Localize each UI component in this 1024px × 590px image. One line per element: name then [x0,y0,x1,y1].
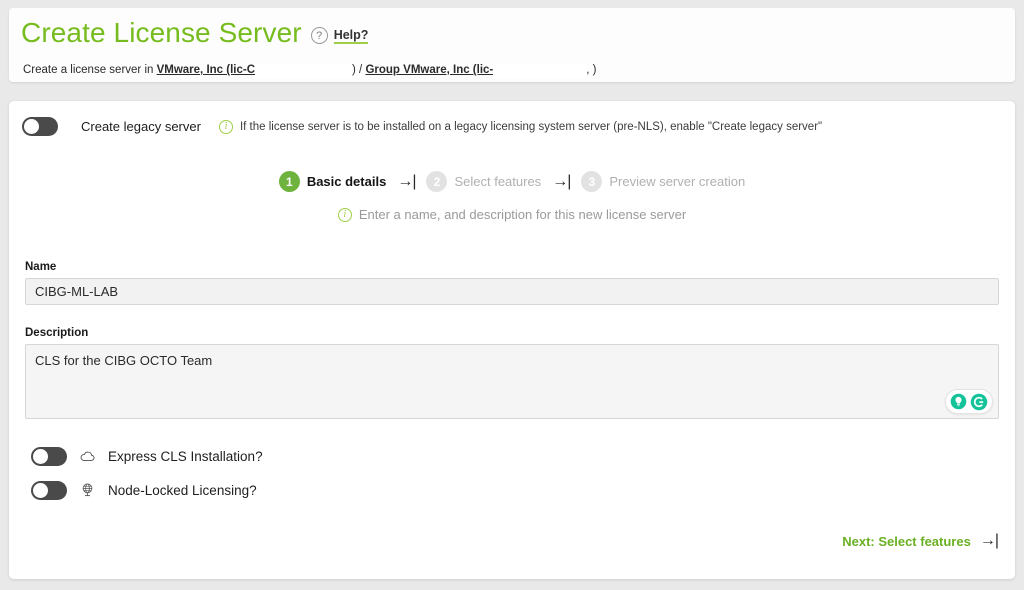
globe-node-icon [79,482,96,499]
name-field-label: Name [25,261,56,273]
step-1-label: Basic details [307,174,387,189]
step-3-label: Preview server creation [609,174,745,189]
breadcrumb-org-link[interactable]: VMware, Inc (lic-C [157,64,255,76]
express-cls-installation-toggle[interactable] [31,447,67,466]
create-legacy-server-label: Create legacy server [81,119,201,134]
legacy-server-row: Create legacy server i If the license se… [22,117,822,136]
breadcrumb-prefix: Create a license server in [23,64,157,76]
step-separator-2: →| [552,174,570,190]
next-select-features-link[interactable]: Next: Select features →| [842,533,998,549]
wizard-stepper: 1 Basic details →| 2 Select features →| … [9,171,1015,192]
next-select-features-label: Next: Select features [842,534,971,549]
description-field-wrapper [25,344,999,419]
breadcrumb: Create a license server in VMware, Inc (… [23,62,597,78]
create-legacy-server-hint: If the license server is to be installed… [240,121,822,133]
grammarly-g-icon[interactable] [970,393,988,411]
header-card: Create License Server ? Help? Create a l… [9,8,1015,82]
create-legacy-server-toggle[interactable] [22,117,58,136]
lightbulb-icon[interactable] [950,393,967,410]
description-field-label: Description [25,327,88,339]
breadcrumb-group-suffix: , ) [586,64,596,76]
step-select-features[interactable]: 2 Select features [426,171,541,192]
writing-assistant-widget[interactable] [945,389,993,414]
step-hint-row: i Enter a name, and description for this… [9,207,1015,222]
page-title: Create License Server [21,17,302,49]
step-hint-text: Enter a name, and description for this n… [359,207,686,222]
express-cls-installation-label: Express CLS Installation? [108,449,263,464]
breadcrumb-group-link[interactable]: Group VMware, Inc (lic- [365,64,493,76]
name-input[interactable] [25,278,999,305]
step-3-number: 3 [581,171,602,192]
cloud-icon [79,448,96,465]
description-input[interactable] [25,344,999,419]
step-1-number: 1 [279,171,300,192]
node-locked-licensing-row: Node-Locked Licensing? [31,481,257,500]
node-locked-licensing-label: Node-Locked Licensing? [108,483,257,498]
title-row: Create License Server ? Help? [21,17,368,49]
step-2-label: Select features [454,174,541,189]
step-2-number: 2 [426,171,447,192]
info-circle-icon: i [338,208,352,222]
node-locked-licensing-toggle[interactable] [31,481,67,500]
help-link[interactable]: Help? [334,28,369,44]
breadcrumb-group-redaction [493,64,586,78]
step-basic-details[interactable]: 1 Basic details [279,171,387,192]
arrow-to-bar-icon: →| [980,533,998,549]
step-preview-server-creation[interactable]: 3 Preview server creation [581,171,745,192]
breadcrumb-org-redaction [255,64,352,78]
question-circle-icon: ? [311,27,328,44]
breadcrumb-separator: / [356,64,366,76]
page-root: Create License Server ? Help? Create a l… [0,0,1024,590]
info-circle-icon: i [219,120,233,134]
express-cls-installation-row: Express CLS Installation? [31,447,263,466]
main-card: Create legacy server i If the license se… [9,101,1015,579]
step-separator-1: →| [397,174,415,190]
